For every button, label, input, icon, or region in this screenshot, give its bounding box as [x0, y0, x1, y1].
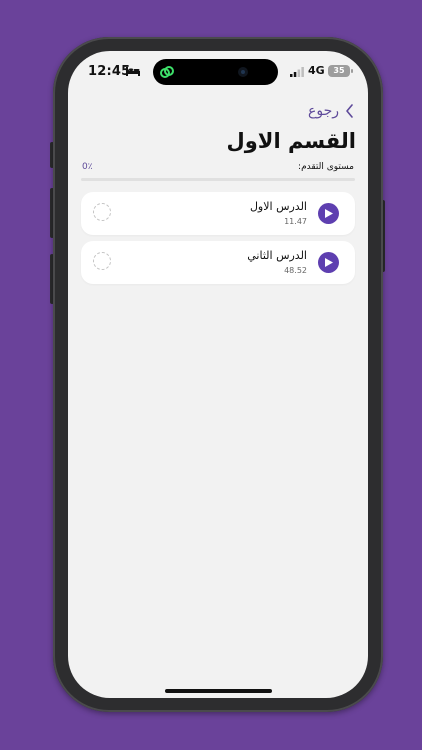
back-button[interactable]: رجوع [308, 103, 354, 119]
play-icon [324, 209, 333, 218]
back-label: رجوع [307, 103, 339, 119]
signal-icon [290, 67, 304, 77]
dashed-circle-icon [93, 252, 111, 270]
play-icon [324, 258, 333, 267]
phone-screen: 12:45 4G 35 رجوع القسم الاول مستوى التقد… [68, 51, 368, 698]
progress-label: مستوى التقدم: [298, 162, 354, 172]
bed-icon [126, 67, 140, 76]
camera-lens-icon [238, 67, 248, 77]
lesson-duration: 11.47 [284, 217, 307, 226]
lesson-duration: 48.52 [284, 266, 307, 275]
battery-indicator: 35 [328, 65, 350, 77]
play-button[interactable] [318, 252, 339, 273]
battery-tip [351, 69, 353, 73]
home-indicator[interactable] [165, 689, 272, 693]
lesson-card[interactable]: الدرس الثاني 48.52 [81, 241, 355, 284]
link-icon [160, 66, 174, 78]
lesson-title: الدرس الاول [249, 200, 307, 213]
dynamic-island [153, 59, 278, 85]
progress-value: 0٪ [82, 162, 93, 172]
progress-track [81, 178, 355, 181]
page-title: القسم الاول [226, 129, 356, 153]
chevron-left-icon [346, 104, 353, 118]
status-bar: 12:45 4G 35 [68, 51, 368, 93]
status-time: 12:45 [88, 64, 131, 79]
dashed-circle-icon [93, 203, 111, 221]
play-button[interactable] [318, 203, 339, 224]
lesson-title: الدرس الثاني [247, 249, 307, 262]
lesson-card[interactable]: الدرس الاول 11.47 [81, 192, 355, 235]
network-label: 4G [308, 64, 325, 77]
